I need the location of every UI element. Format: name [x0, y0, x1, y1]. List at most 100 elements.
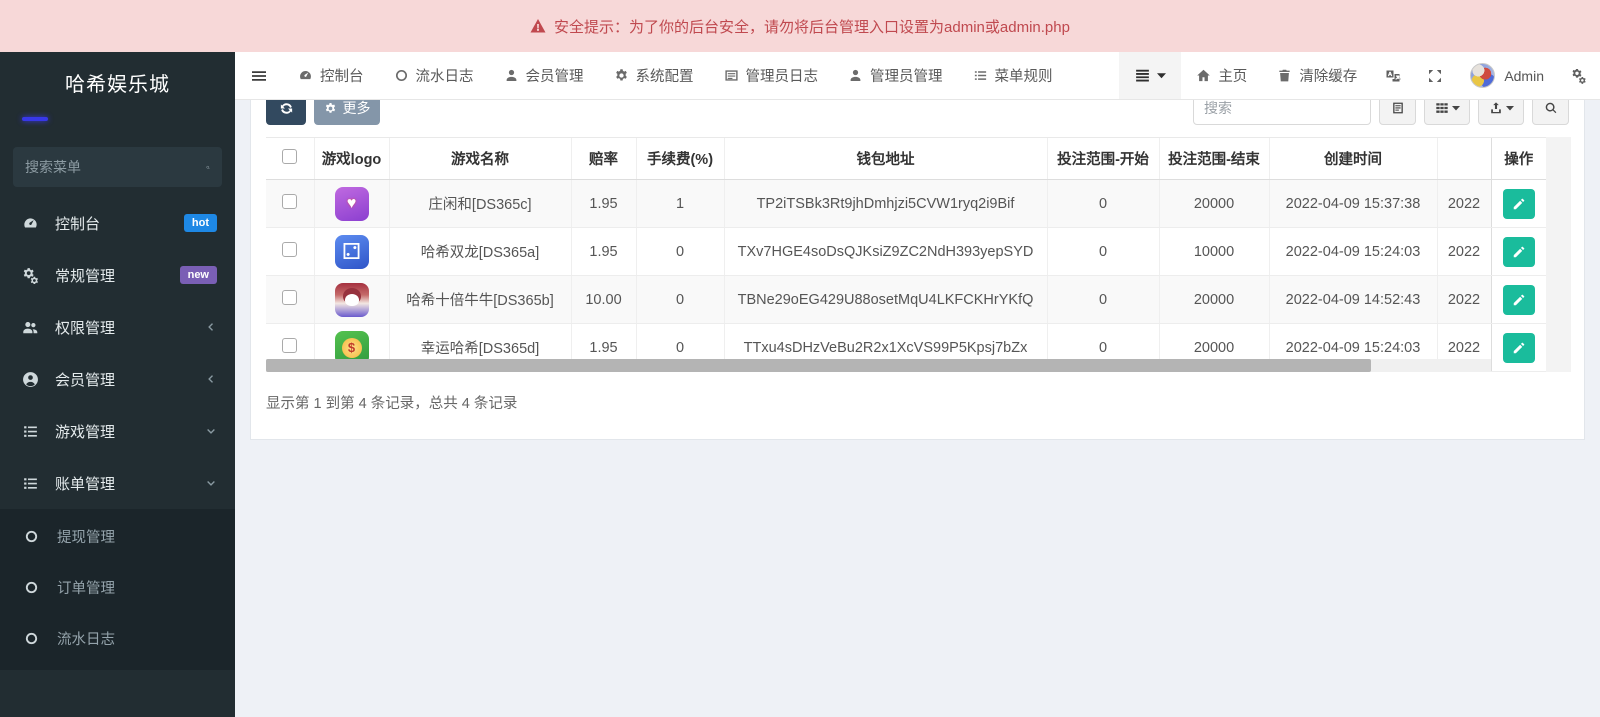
table-row: 哈希双龙[DS365a] 1.95 0 TXv7HGE4soDsQJKsiZ9Z…	[266, 227, 1546, 276]
edit-button[interactable]	[1502, 284, 1535, 315]
sidebar-subitem-flow-log[interactable]: 流水日志	[0, 613, 235, 664]
nav-tab-admin-log[interactable]: 管理员日志	[709, 52, 834, 99]
bars-icon	[1136, 69, 1150, 82]
caret-down-icon	[1157, 72, 1167, 78]
user-icon	[850, 69, 861, 81]
nav-tab-flow-log[interactable]: 流水日志	[379, 52, 489, 99]
language-button[interactable]	[1372, 52, 1414, 99]
more-button-label: 更多	[342, 100, 371, 116]
sidebar-item-dashboard[interactable]: 控制台 hot	[0, 197, 235, 249]
column-header: 投注范围-结束	[1158, 137, 1269, 180]
updated-time-clipped: 2022	[1436, 275, 1491, 324]
avatar	[1470, 63, 1496, 88]
odds: 10.00	[570, 275, 636, 324]
table-header-row: 游戏logo 游戏名称 赔率 手续费(%) 钱包地址 投注范围-开始 投注范围-…	[266, 137, 1546, 180]
circle-o-icon	[24, 529, 44, 544]
tasks-dropdown-button[interactable]	[1119, 52, 1182, 99]
sidebar-item-label: 会员管理	[55, 371, 116, 389]
created-time: 2022-04-09 15:24:03	[1268, 227, 1437, 276]
edit-button[interactable]	[1502, 332, 1535, 363]
wallet-address: TP2iTSBk3Rt9jhDmhjzi5CVW1ryq2i9Bif	[723, 179, 1047, 228]
content-card: 更多 搜索 游戏logo 游戏名称 赔率 手续费(%) 钱包地址 投注范围-开始…	[250, 100, 1585, 440]
nav-tab-label: 菜单规则	[994, 69, 1053, 85]
clear-cache-button[interactable]: 清除缓存	[1262, 52, 1372, 99]
nav-tab-admin-manage[interactable]: 管理员管理	[833, 52, 958, 99]
sidebar-item-label: 常规管理	[55, 267, 116, 285]
table-search-input[interactable]	[1193, 100, 1371, 125]
refresh-button[interactable]	[266, 100, 306, 125]
horizontal-scrollbar[interactable]	[266, 359, 1491, 372]
sidebar-subitem-label: 流水日志	[57, 632, 115, 648]
sidebar-search	[13, 147, 222, 187]
created-time: 2022-04-09 14:52:43	[1268, 275, 1437, 324]
home-label: 主页	[1218, 69, 1248, 85]
edit-button[interactable]	[1502, 188, 1535, 219]
column-header: 投注范围-开始	[1046, 137, 1159, 180]
column-header: 游戏logo	[313, 137, 389, 180]
sidebar-item-general[interactable]: 常规管理 new	[0, 249, 235, 301]
security-banner-text: 安全提示：为了你的后台安全，请勿将后台管理入口设置为admin或admin.ph…	[554, 18, 1070, 36]
home-button[interactable]: 主页	[1181, 52, 1262, 99]
gear-icon	[615, 69, 627, 81]
game-logo	[334, 234, 369, 269]
more-button[interactable]: 更多	[314, 100, 380, 125]
tachometer-icon	[22, 215, 42, 232]
main-content: 更多 搜索 游戏logo 游戏名称 赔率 手续费(%) 钱包地址 投注范围-开始…	[235, 100, 1600, 717]
column-header: 钱包地址	[723, 137, 1047, 180]
edit-button[interactable]	[1502, 236, 1535, 267]
columns-button[interactable]	[1424, 100, 1470, 125]
circle-o-icon	[395, 69, 407, 82]
bet-end: 20000	[1158, 179, 1269, 228]
sidebar-item-permissions[interactable]: 权限管理	[0, 301, 235, 353]
row-checkbox[interactable]	[282, 194, 298, 209]
nav-tab-label: 控制台	[320, 69, 364, 85]
updated-time-clipped: 2022	[1436, 179, 1491, 228]
settings-button[interactable]	[1558, 52, 1600, 99]
detail-view-button[interactable]	[1379, 100, 1416, 125]
fullscreen-button[interactable]	[1414, 52, 1456, 99]
nav-tab-system-config[interactable]: 系统配置	[599, 52, 709, 99]
sidebar-subitem-withdraw[interactable]: 提现管理	[0, 511, 235, 562]
username: Admin	[1504, 67, 1544, 84]
chevron-left-icon	[205, 373, 217, 385]
game-name: 庄闲和[DS365c]	[388, 179, 571, 228]
fee: 1	[635, 179, 724, 228]
sidebar-toggle-button[interactable]	[235, 52, 283, 99]
nav-tab-label: 流水日志	[415, 69, 474, 85]
fullscreen-icon	[1429, 69, 1442, 82]
sidebar-item-members[interactable]: 会员管理	[0, 353, 235, 405]
table-row: 庄闲和[DS365c] 1.95 1 TP2iTSBk3Rt9jhDmhjzi5…	[266, 179, 1546, 228]
nav-tab-menu-rules[interactable]: 菜单规则	[958, 52, 1068, 99]
nav-tab-members[interactable]: 会员管理	[489, 52, 599, 99]
list-alt-icon	[724, 70, 738, 81]
columns-grid-icon	[1435, 103, 1448, 113]
clear-cache-label: 清除缓存	[1299, 69, 1358, 85]
table-row: 哈希十倍牛牛[DS365b] 10.00 0 TBNe29oEG429U88os…	[266, 275, 1546, 324]
user-menu[interactable]: Admin	[1456, 52, 1558, 99]
warning-icon	[530, 19, 546, 33]
nav-tab-dashboard[interactable]: 控制台	[283, 52, 379, 99]
game-logo	[334, 282, 369, 317]
select-all-checkbox[interactable]	[282, 149, 298, 164]
nav-tab-label: 会员管理	[525, 69, 584, 85]
table-wrapper: 游戏logo 游戏名称 赔率 手续费(%) 钱包地址 投注范围-开始 投注范围-…	[266, 137, 1571, 372]
export-button[interactable]	[1478, 100, 1524, 125]
sidebar-item-label: 游戏管理	[55, 423, 116, 441]
column-header: 创建时间	[1268, 137, 1437, 180]
hot-badge: hot	[183, 214, 217, 232]
row-checkbox[interactable]	[282, 338, 298, 353]
search-button[interactable]	[1532, 100, 1569, 125]
list-icon	[22, 423, 42, 440]
sidebar-item-bills[interactable]: 账单管理	[0, 457, 235, 509]
scrollbar-thumb[interactable]	[266, 359, 1371, 372]
sidebar-search-input[interactable]	[25, 159, 206, 175]
sidebar-subitem-orders[interactable]: 订单管理	[0, 562, 235, 613]
refresh-icon	[280, 102, 292, 114]
circle-o-icon	[24, 580, 44, 595]
security-banner: 安全提示：为了你的后台安全，请勿将后台管理入口设置为admin或admin.ph…	[0, 0, 1600, 52]
row-checkbox[interactable]	[282, 242, 298, 257]
row-checkbox[interactable]	[282, 290, 298, 305]
user-icon	[506, 69, 516, 81]
sidebar-item-games[interactable]: 游戏管理	[0, 405, 235, 457]
column-header-actions: 操作	[1490, 137, 1546, 180]
